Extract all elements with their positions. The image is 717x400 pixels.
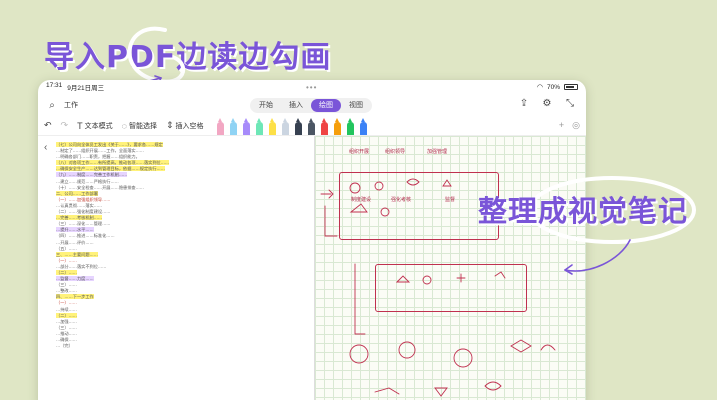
pen-7[interactable]	[294, 117, 302, 135]
undo-button[interactable]: ↶	[44, 120, 52, 131]
settings-gear-icon[interactable]: ⚙	[539, 98, 555, 109]
multitask-dots-icon[interactable]: •••	[306, 83, 317, 92]
tab-view[interactable]: 视图	[341, 99, 371, 112]
drawing-toolbar: ↶ ↷ T 文本模式 ◌ 智能选择 ⇕ 插入空格 + ◎	[38, 116, 586, 136]
pen-8[interactable]	[307, 117, 315, 135]
collapse-icon[interactable]: ⤡	[562, 98, 578, 109]
share-icon[interactable]: ⇪	[516, 98, 532, 109]
text-mode-icon: T	[77, 120, 83, 131]
insert-space-button[interactable]: ⇕ 插入空格	[166, 120, 204, 131]
redo-icon: ↷	[60, 120, 69, 130]
pdf-document-pane[interactable]: ‹ （七）公司向全体员工发出《关于……》，要求各……规定 …制定了……组织开展………	[38, 136, 315, 400]
status-time: 17:31	[46, 82, 63, 89]
sketch-frame-top	[339, 172, 499, 240]
pen-12[interactable]	[359, 117, 367, 135]
tab-draw[interactable]: 绘图	[311, 99, 341, 112]
pen-3[interactable]	[242, 117, 250, 135]
lasso-icon: ◌	[121, 120, 127, 131]
search-icon[interactable]: ⌕	[44, 100, 60, 111]
redo-button[interactable]: ↷	[61, 120, 69, 131]
smart-select-button[interactable]: ◌ 智能选择	[122, 121, 157, 131]
battery-percent: 70%	[546, 83, 560, 91]
sketch-label-3: 加强管理	[427, 149, 448, 155]
workspace: ‹ （七）公司向全体员工发出《关于……》，要求各……规定 …制定了……组织开展………	[38, 136, 586, 400]
document-line: …（完）	[56, 343, 73, 349]
insert-space-label: 插入空格	[175, 122, 204, 130]
undo-icon: ↶	[44, 120, 52, 130]
text-mode-label: 文本模式	[84, 122, 113, 130]
insert-space-icon: ⇕	[165, 120, 174, 130]
promo-note: 整理成视觉笔记	[478, 194, 689, 228]
pen-1[interactable]	[216, 117, 224, 135]
pen-tray	[216, 117, 367, 135]
page-name: 工作	[64, 102, 78, 109]
pen-4[interactable]	[255, 117, 263, 135]
sketch-label-1: 组织开展	[349, 149, 370, 155]
promo-title: 导入PDF边读边勾画	[44, 40, 332, 75]
pen-10[interactable]	[333, 117, 341, 135]
back-arrow-icon[interactable]: ‹	[44, 142, 47, 153]
sketch-label-4: 制度建设	[351, 197, 372, 203]
sketch-label-6: 监督	[445, 197, 456, 203]
document-text: （七）公司向全体员工发出《关于……》，要求各……规定 …制定了……组织开展……工作…	[56, 142, 308, 349]
note-canvas-pane[interactable]: 组织开展 组织领导 加强管理 制度建设 强化考核 监督	[315, 136, 586, 400]
pen-2[interactable]	[229, 117, 237, 135]
smart-select-label: 智能选择	[128, 122, 157, 130]
add-pen-icon[interactable]: +	[559, 120, 564, 131]
status-bar: 17:31 9月21日周三 ◠ 70% •••	[38, 80, 586, 94]
shape-tool-icon[interactable]: ◎	[572, 120, 580, 131]
battery-icon	[564, 84, 578, 90]
pen-6[interactable]	[281, 117, 289, 135]
pen-11[interactable]	[346, 117, 354, 135]
sketch-label-5: 强化考核	[391, 197, 412, 203]
sketch-frame-middle	[375, 264, 527, 312]
sketch-label-2: 组织领导	[385, 149, 406, 155]
tab-insert[interactable]: 插入	[281, 99, 311, 112]
top-bar: ⌕ 工作 开始 插入 绘图 视图 ⇪ ⚙ ⤡	[38, 94, 586, 116]
tab-home[interactable]: 开始	[251, 99, 281, 112]
text-mode-button[interactable]: T 文本模式	[77, 121, 113, 131]
tablet-screen: 17:31 9月21日周三 ◠ 70% ••• ⌕ 工作 开始 插入 绘图 视图…	[38, 80, 586, 400]
wifi-icon: ◠	[536, 84, 543, 91]
pen-5[interactable]	[268, 117, 276, 135]
tab-bar: 开始 插入 绘图 视图	[250, 98, 372, 113]
status-date: 9月21日周三	[67, 85, 105, 92]
pen-9[interactable]	[320, 117, 328, 135]
